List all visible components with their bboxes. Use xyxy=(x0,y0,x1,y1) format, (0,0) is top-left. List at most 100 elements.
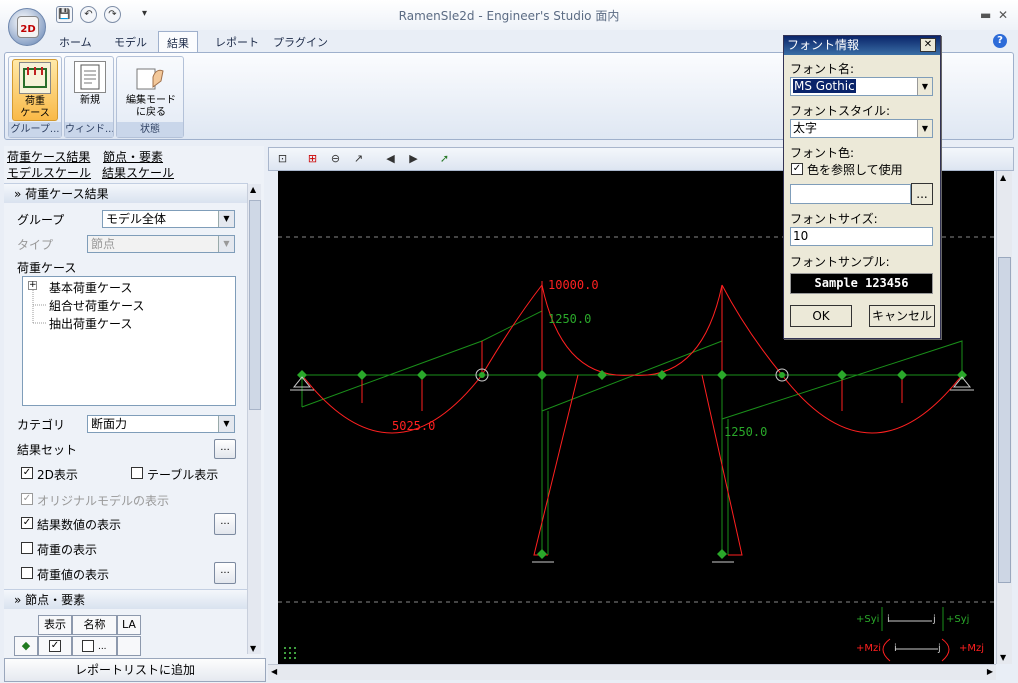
scroll-right-icon[interactable]: ▶ xyxy=(987,667,993,676)
back-to-edit-mode-button[interactable]: 編集モード に戻る xyxy=(120,59,182,121)
pointer-select-icon[interactable]: ➚ xyxy=(436,150,453,167)
tab-results[interactable]: 結果 xyxy=(158,31,198,52)
grid-header-la: LA xyxy=(117,615,141,635)
dropdown-arrow-icon: ▼ xyxy=(917,120,932,137)
link-node-element[interactable]: 節点・要素 xyxy=(103,148,163,165)
scrollbar-thumb[interactable] xyxy=(998,257,1011,583)
left-panel-scrollbar[interactable]: ▲ ▼ xyxy=(247,184,261,654)
scroll-up-icon[interactable]: ▲ xyxy=(1000,173,1006,182)
canvas-horizontal-scrollbar[interactable]: ◀ ▶ xyxy=(268,664,996,680)
zoom-window-icon[interactable]: ⊞ xyxy=(304,150,321,167)
tab-plugin[interactable]: プラグイン xyxy=(265,31,336,52)
font-size-input[interactable]: 10 xyxy=(790,227,933,246)
dropdown-arrow-icon: ▼ xyxy=(917,78,932,95)
ok-button[interactable]: OK xyxy=(790,305,852,327)
font-style-select[interactable]: 太字 ▼ xyxy=(790,119,933,138)
group-label: グループ... xyxy=(9,122,61,137)
minimize-icon[interactable]: ▬ xyxy=(980,8,991,22)
legend-syj: +Syj xyxy=(946,614,970,625)
font-color-label: フォント色: xyxy=(790,146,855,160)
checkbox-node-name[interactable] xyxy=(82,640,95,652)
font-sample-label: フォントサンプル: xyxy=(790,255,890,269)
tree-item-extracted-loadcase[interactable]: 抽出荷重ケース xyxy=(49,315,132,332)
add-to-report-list-button[interactable]: レポートリストに追加 xyxy=(4,658,266,682)
section-header-loadcase-results[interactable]: » 荷重ケース結果 xyxy=(4,183,248,203)
forward-icon[interactable]: ▶ xyxy=(405,150,422,167)
font-name-select[interactable]: MS Gothic ▼ xyxy=(790,77,933,96)
canvas-grip-icon xyxy=(284,647,296,659)
loadcase-label: 荷重ケース xyxy=(17,261,77,275)
scroll-up-icon[interactable]: ▲ xyxy=(250,185,256,194)
legend-i-bottom: i xyxy=(894,643,897,654)
font-color-field[interactable] xyxy=(790,184,911,204)
new-window-button[interactable]: 新規 xyxy=(69,59,111,109)
tab-home[interactable]: ホーム xyxy=(51,31,100,52)
checkbox-table-display[interactable] xyxy=(131,467,143,479)
checkbox-original-model: ✓ xyxy=(21,493,33,505)
zoom-out-icon[interactable]: ⊖ xyxy=(327,150,344,167)
group-select[interactable]: モデル全体 ▼ xyxy=(102,210,235,228)
expand-plus-icon[interactable]: + xyxy=(28,281,37,290)
application-menu-button[interactable]: 2D xyxy=(8,8,46,46)
legend-j-bottom: j xyxy=(938,643,941,654)
select-icon[interactable]: ⊡ xyxy=(274,150,291,167)
link-result-scale[interactable]: 結果スケール xyxy=(102,164,174,181)
resultset-button[interactable]: ... xyxy=(214,439,236,459)
scroll-left-icon[interactable]: ◀ xyxy=(271,667,277,676)
grid-header-display: 表示 xyxy=(38,615,72,635)
close-window-icon[interactable]: ✕ xyxy=(998,8,1008,22)
font-size-label: フォントサイズ: xyxy=(790,212,878,226)
loadcase-icon xyxy=(19,62,51,94)
shear-diagram-1 xyxy=(301,340,483,408)
scroll-down-icon[interactable]: ▼ xyxy=(250,644,256,653)
category-select[interactable]: 断面力 ▼ xyxy=(87,415,235,433)
tree-item-basic-loadcase[interactable]: 基本荷重ケース xyxy=(49,279,132,296)
window-title: RamenSIe2d - Engineer's Studio 面内 xyxy=(398,9,620,23)
label-lower-shear: 1250.0 xyxy=(724,425,768,439)
dropdown-arrow-icon: ▼ xyxy=(218,211,234,227)
load-values-settings-button[interactable]: ... xyxy=(214,562,236,584)
label-span-moment: 5025.0 xyxy=(392,419,436,433)
app-logo-icon: 2D xyxy=(17,16,39,38)
section-header-node-element[interactable]: » 節点・要素 xyxy=(4,589,248,609)
checkbox-result-values[interactable]: ✓ xyxy=(21,517,33,529)
link-loadcase-results[interactable]: 荷重ケース結果 xyxy=(7,148,90,165)
dialog-close-icon[interactable]: ✕ xyxy=(920,38,936,52)
moment-span-3 xyxy=(781,374,963,434)
canvas-vertical-scrollbar[interactable]: ▲ ▼ xyxy=(996,171,1012,664)
link-model-scale[interactable]: モデルスケール xyxy=(7,164,91,181)
label-load-values: 荷重値の表示 xyxy=(37,568,110,582)
checkbox-use-reference-color[interactable]: ✓ xyxy=(791,163,803,175)
checkbox-load-values[interactable] xyxy=(21,567,33,579)
back-icon[interactable]: ◀ xyxy=(382,150,399,167)
collapse-chevron-icon: » xyxy=(14,187,22,201)
cancel-button[interactable]: キャンセル xyxy=(869,305,935,327)
checkbox-2d-display[interactable]: ✓ xyxy=(21,467,33,479)
result-values-settings-button[interactable]: ... xyxy=(214,513,236,535)
font-color-picker-button[interactable]: ... xyxy=(911,183,933,205)
tab-report[interactable]: レポート xyxy=(207,31,267,52)
loadcase-button[interactable]: 荷重 ケース xyxy=(12,59,58,121)
legend-j-top: j xyxy=(933,614,936,625)
tree-item-combined-loadcase[interactable]: 組合せ荷重ケース xyxy=(49,297,144,314)
new-window-label: 新規 xyxy=(80,95,100,106)
use-reference-color-label: 色を参照して使用 xyxy=(807,163,903,177)
dropdown-arrow-icon: ▼ xyxy=(218,416,234,432)
legend-syi: +Syi xyxy=(856,614,880,625)
dialog-title: フォント情報 xyxy=(784,36,940,55)
grid-cell-la xyxy=(117,636,141,656)
group-label: ウィンド... xyxy=(65,122,113,137)
loadcase-label: 荷重 ケース xyxy=(20,96,50,119)
grid-header-name: 名称 xyxy=(72,615,117,635)
scrollbar-thumb[interactable] xyxy=(249,200,261,410)
checkbox-load-display[interactable] xyxy=(21,542,33,554)
tab-model[interactable]: モデル xyxy=(106,31,155,52)
fit-arrow-icon[interactable]: ↗ xyxy=(350,150,367,167)
node-diamond-icon: ◆ xyxy=(14,636,38,656)
checkbox-node-display[interactable]: ✓ xyxy=(49,640,61,652)
help-icon[interactable]: ? xyxy=(993,34,1007,48)
scroll-down-icon[interactable]: ▼ xyxy=(1000,653,1006,662)
font-name-label: フォント名: xyxy=(790,62,855,76)
moment-span-2b xyxy=(631,284,723,376)
moment-span-2a xyxy=(541,284,633,376)
